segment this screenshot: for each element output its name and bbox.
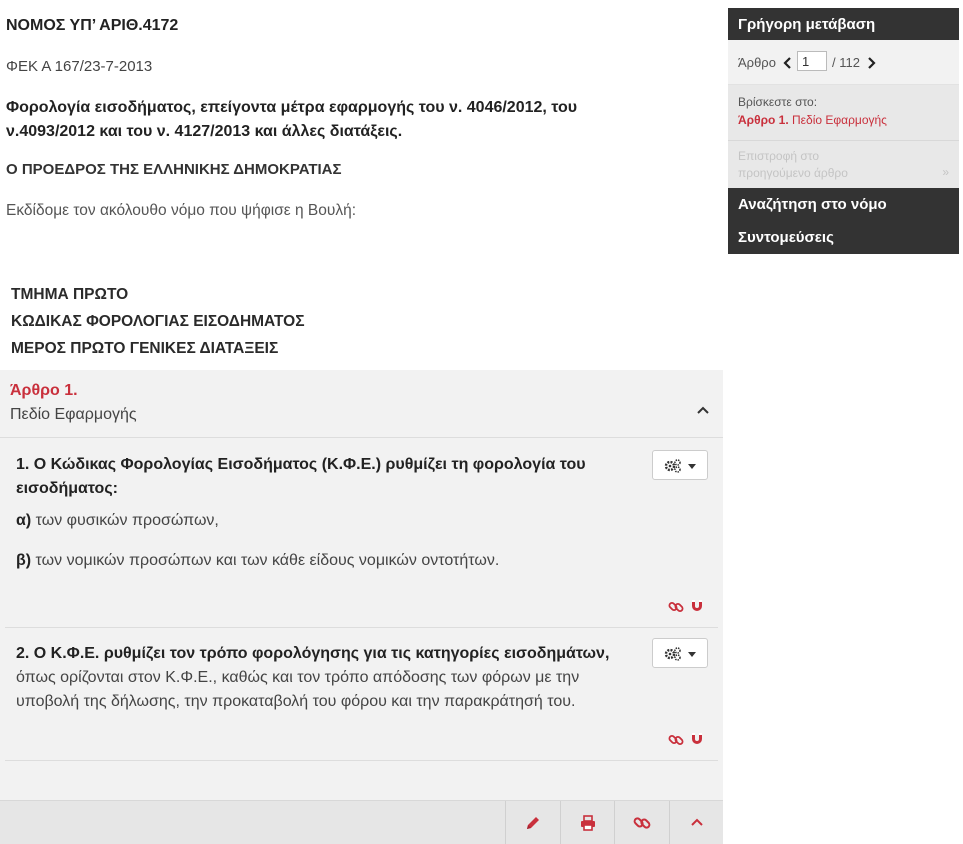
magnet-icon[interactable]	[690, 599, 704, 613]
article-action-bar	[0, 800, 723, 844]
previous-article-text: Επιστροφή στο προηγούμενο άρθρο	[738, 149, 848, 180]
sub-item-letter: α)	[16, 512, 32, 529]
paragraph-text: 2. Ο Κ.Φ.Ε. ρυθμίζει τον τρόπο φορολόγησ…	[16, 642, 646, 714]
law-president: Ο ΠΡΟΕΔΡΟΣ ΤΗΣ ΕΛΛΗΝΙΚΗΣ ΔΗΜΟΚΡΑΤΙΑΣ	[6, 161, 342, 178]
shortcuts-link[interactable]: Συντομεύσεις	[728, 221, 959, 254]
paragraph-options-button[interactable]	[652, 638, 708, 668]
paragraph-bold-text: 2. Ο Κ.Φ.Ε. ρυθμίζει τον τρόπο φορολόγησ…	[16, 645, 610, 662]
link-icon	[633, 817, 651, 829]
chevron-right-icon[interactable]	[866, 57, 876, 69]
location-label: Βρίσκεστε στο:	[738, 95, 818, 109]
article-navigator: Άρθρο / 112	[728, 40, 959, 85]
chevron-up-icon[interactable]	[693, 400, 713, 420]
article-label: Άρθρο	[738, 55, 776, 70]
paragraph-options-button[interactable]	[652, 450, 708, 480]
caret-down-icon	[688, 464, 696, 469]
print-icon	[581, 815, 595, 831]
double-chevron-right-icon: »	[942, 165, 949, 179]
gear-icon	[664, 647, 681, 661]
print-button[interactable]	[560, 801, 614, 844]
law-title: ΝΟΜΟΣ ΥΠ’ ΑΡΙΘ.4172	[6, 17, 179, 34]
sidebar: Γρήγορη μετάβαση Άρθρο / 112 Βρίσκεστε σ…	[728, 8, 959, 254]
pencil-icon	[527, 817, 539, 829]
gear-icon	[664, 459, 681, 473]
paragraph-1: 1. Ο Κώδικας Φορολογίας Εισοδήματος (Κ.Φ…	[5, 439, 718, 628]
magnet-icon[interactable]	[690, 732, 704, 746]
link-icon[interactable]	[668, 599, 684, 615]
sub-item-text: των φυσικών προσώπων,	[31, 512, 219, 529]
article-number: Άρθρο 1.	[10, 382, 78, 399]
paragraph-2: 2. Ο Κ.Φ.Ε. ρυθμίζει τον τρόπο φορολόγησ…	[5, 628, 718, 761]
section-heading: ΜΕΡΟΣ ΠΡΩΤΟ ΓΕΝΙΚΕΣ ΔΙΑΤΑΞΕΙΣ	[11, 340, 279, 357]
law-subject: Φορολογία εισοδήματος, επείγοντα μέτρα ε…	[6, 99, 578, 140]
paragraph-sub-item: α) των φυσικών προσώπων,	[16, 512, 219, 530]
section-heading: ΚΩΔΙΚΑΣ ΦΟΡΟΛΟΓΙΑΣ ΕΙΣΟΔΗΜΑΤΟΣ	[11, 313, 305, 330]
search-law-link[interactable]: Αναζήτηση στο νόμο	[728, 188, 959, 221]
current-location: Βρίσκεστε στο: Άρθρο 1. Πεδίο Εφαρμογής	[728, 85, 959, 141]
article-header[interactable]: Άρθρο 1. Πεδίο Εφαρμογής	[0, 370, 723, 438]
article-number-input[interactable]	[797, 51, 827, 71]
sub-item-letter: β)	[16, 552, 32, 569]
paragraph-text: 1. Ο Κώδικας Φορολογίας Εισοδήματος (Κ.Φ…	[16, 453, 646, 501]
edit-button[interactable]	[505, 801, 559, 844]
sub-item-text: των νομικών προσώπων και των κάθε είδους…	[31, 552, 500, 569]
location-name: Πεδίο Εφαρμογής	[788, 113, 887, 127]
paragraph-actions	[668, 732, 708, 748]
paragraph-actions	[668, 599, 708, 615]
article-panel: Άρθρο 1. Πεδίο Εφαρμογής 1. Ο Κώδικας Φο…	[0, 370, 723, 844]
main-content: ΝΟΜΟΣ ΥΠ’ ΑΡΙΘ.4172 ΦΕΚ Α 167/23-7-2013 …	[0, 0, 723, 844]
section-headings: ΤΜΗΜΑ ΠΡΩΤΟ ΚΩΔΙΚΑΣ ΦΟΡΟΛΟΓΙΑΣ ΕΙΣΟΔΗΜΑΤ…	[11, 281, 305, 362]
chevron-left-icon[interactable]	[783, 57, 793, 69]
chevron-up-icon	[691, 818, 703, 826]
location-value[interactable]: Άρθρο 1. Πεδίο Εφαρμογής	[738, 113, 887, 127]
previous-article-link[interactable]: Επιστροφή στο προηγούμενο άρθρο »	[728, 141, 959, 188]
permalink-button[interactable]	[614, 801, 668, 844]
article-total: / 112	[832, 55, 860, 70]
law-fek: ΦΕΚ Α 167/23-7-2013	[6, 58, 153, 75]
paragraph-plain-text: όπως ορίζονται στον Κ.Φ.Ε., καθώς και το…	[16, 669, 580, 710]
location-article: Άρθρο 1.	[738, 113, 789, 127]
quick-nav-title: Γρήγορη μετάβαση	[728, 8, 959, 40]
paragraph-bold-text: 1. Ο Κώδικας Φορολογίας Εισοδήματος (Κ.Φ…	[16, 456, 586, 497]
article-name: Πεδίο Εφαρμογής	[10, 406, 137, 423]
link-icon[interactable]	[668, 732, 684, 748]
law-intro: Εκδίδομε τον ακόλουθο νόμο που ψήφισε η …	[6, 202, 357, 219]
scroll-top-button[interactable]	[669, 801, 723, 844]
paragraph-sub-item: β) των νομικών προσώπων και των κάθε είδ…	[16, 552, 499, 570]
caret-down-icon	[688, 652, 696, 657]
section-heading: ΤΜΗΜΑ ΠΡΩΤΟ	[11, 286, 129, 303]
